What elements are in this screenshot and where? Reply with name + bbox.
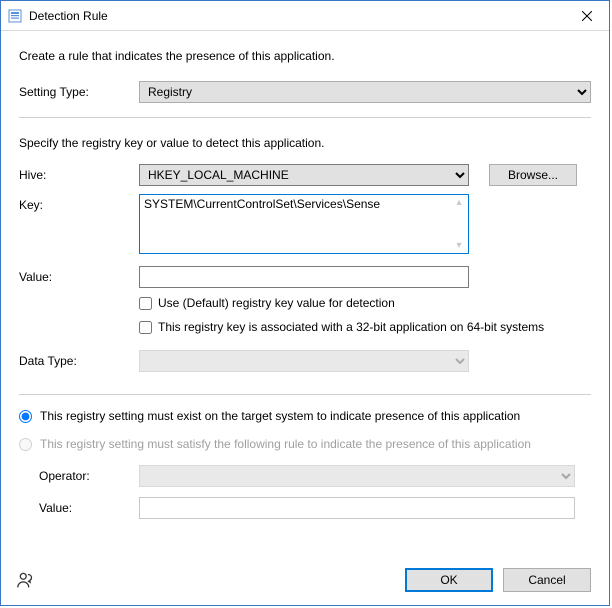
radio-must-satisfy-row: This registry setting must satisfy the f… <box>19 437 591 451</box>
radio-must-satisfy-label: This registry setting must satisfy the f… <box>40 437 531 451</box>
divider-1 <box>19 117 591 118</box>
value-input[interactable] <box>139 266 469 288</box>
hive-label: Hive: <box>19 168 139 182</box>
spec-text: Specify the registry key or value to det… <box>19 136 591 150</box>
operator-row: Operator: <box>39 465 591 487</box>
rule-value-input <box>139 497 575 519</box>
radio-must-exist-label: This registry setting must exist on the … <box>40 409 520 423</box>
assoc-32bit-checkbox[interactable] <box>139 321 152 334</box>
dialog-footer: OK Cancel <box>1 555 609 605</box>
use-default-label: Use (Default) registry key value for det… <box>158 296 395 310</box>
browse-button[interactable]: Browse... <box>489 164 577 186</box>
key-input-wrap: ▴ ▾ <box>139 194 469 254</box>
use-default-check-row: Use (Default) registry key value for det… <box>139 296 591 310</box>
operator-select <box>139 465 575 487</box>
value-row: Value: <box>19 266 591 288</box>
assoc-32bit-check-row: This registry key is associated with a 3… <box>139 320 591 334</box>
dialog-content: Create a rule that indicates the presenc… <box>1 31 609 555</box>
value-label: Value: <box>19 270 139 284</box>
hive-select[interactable]: HKEY_LOCAL_MACHINE <box>139 164 469 186</box>
close-button[interactable] <box>564 1 609 30</box>
assoc-32bit-label: This registry key is associated with a 3… <box>158 320 544 334</box>
operator-label: Operator: <box>39 469 139 483</box>
ok-button[interactable]: OK <box>405 568 493 592</box>
setting-type-row: Setting Type: Registry <box>19 81 591 103</box>
rule-value-label: Value: <box>39 501 139 515</box>
key-label: Key: <box>19 194 139 212</box>
setting-type-label: Setting Type: <box>19 85 139 99</box>
divider-2 <box>19 394 591 395</box>
cancel-button[interactable]: Cancel <box>503 568 591 592</box>
close-icon <box>582 11 592 21</box>
app-icon <box>7 8 23 24</box>
intro-text: Create a rule that indicates the presenc… <box>19 49 591 63</box>
window-title: Detection Rule <box>29 9 564 23</box>
data-type-select <box>139 350 469 372</box>
key-input[interactable] <box>140 195 452 253</box>
data-type-row: Data Type: <box>19 350 591 372</box>
radio-must-exist[interactable] <box>19 410 32 423</box>
titlebar: Detection Rule <box>1 1 609 31</box>
data-type-label: Data Type: <box>19 354 139 368</box>
feedback-icon[interactable] <box>15 569 37 591</box>
radio-must-satisfy <box>19 438 32 451</box>
rule-value-row: Value: <box>39 497 591 519</box>
use-default-checkbox[interactable] <box>139 297 152 310</box>
setting-type-select[interactable]: Registry <box>139 81 591 103</box>
radio-must-exist-row: This registry setting must exist on the … <box>19 409 591 423</box>
scroll-up-icon: ▴ <box>452 197 466 208</box>
key-row: Key: ▴ ▾ <box>19 194 591 254</box>
hive-row: Hive: HKEY_LOCAL_MACHINE Browse... <box>19 164 591 186</box>
rule-subform: Operator: Value: <box>39 465 591 529</box>
scroll-down-icon: ▾ <box>452 240 466 251</box>
detection-rule-dialog: Detection Rule Create a rule that indica… <box>0 0 610 606</box>
